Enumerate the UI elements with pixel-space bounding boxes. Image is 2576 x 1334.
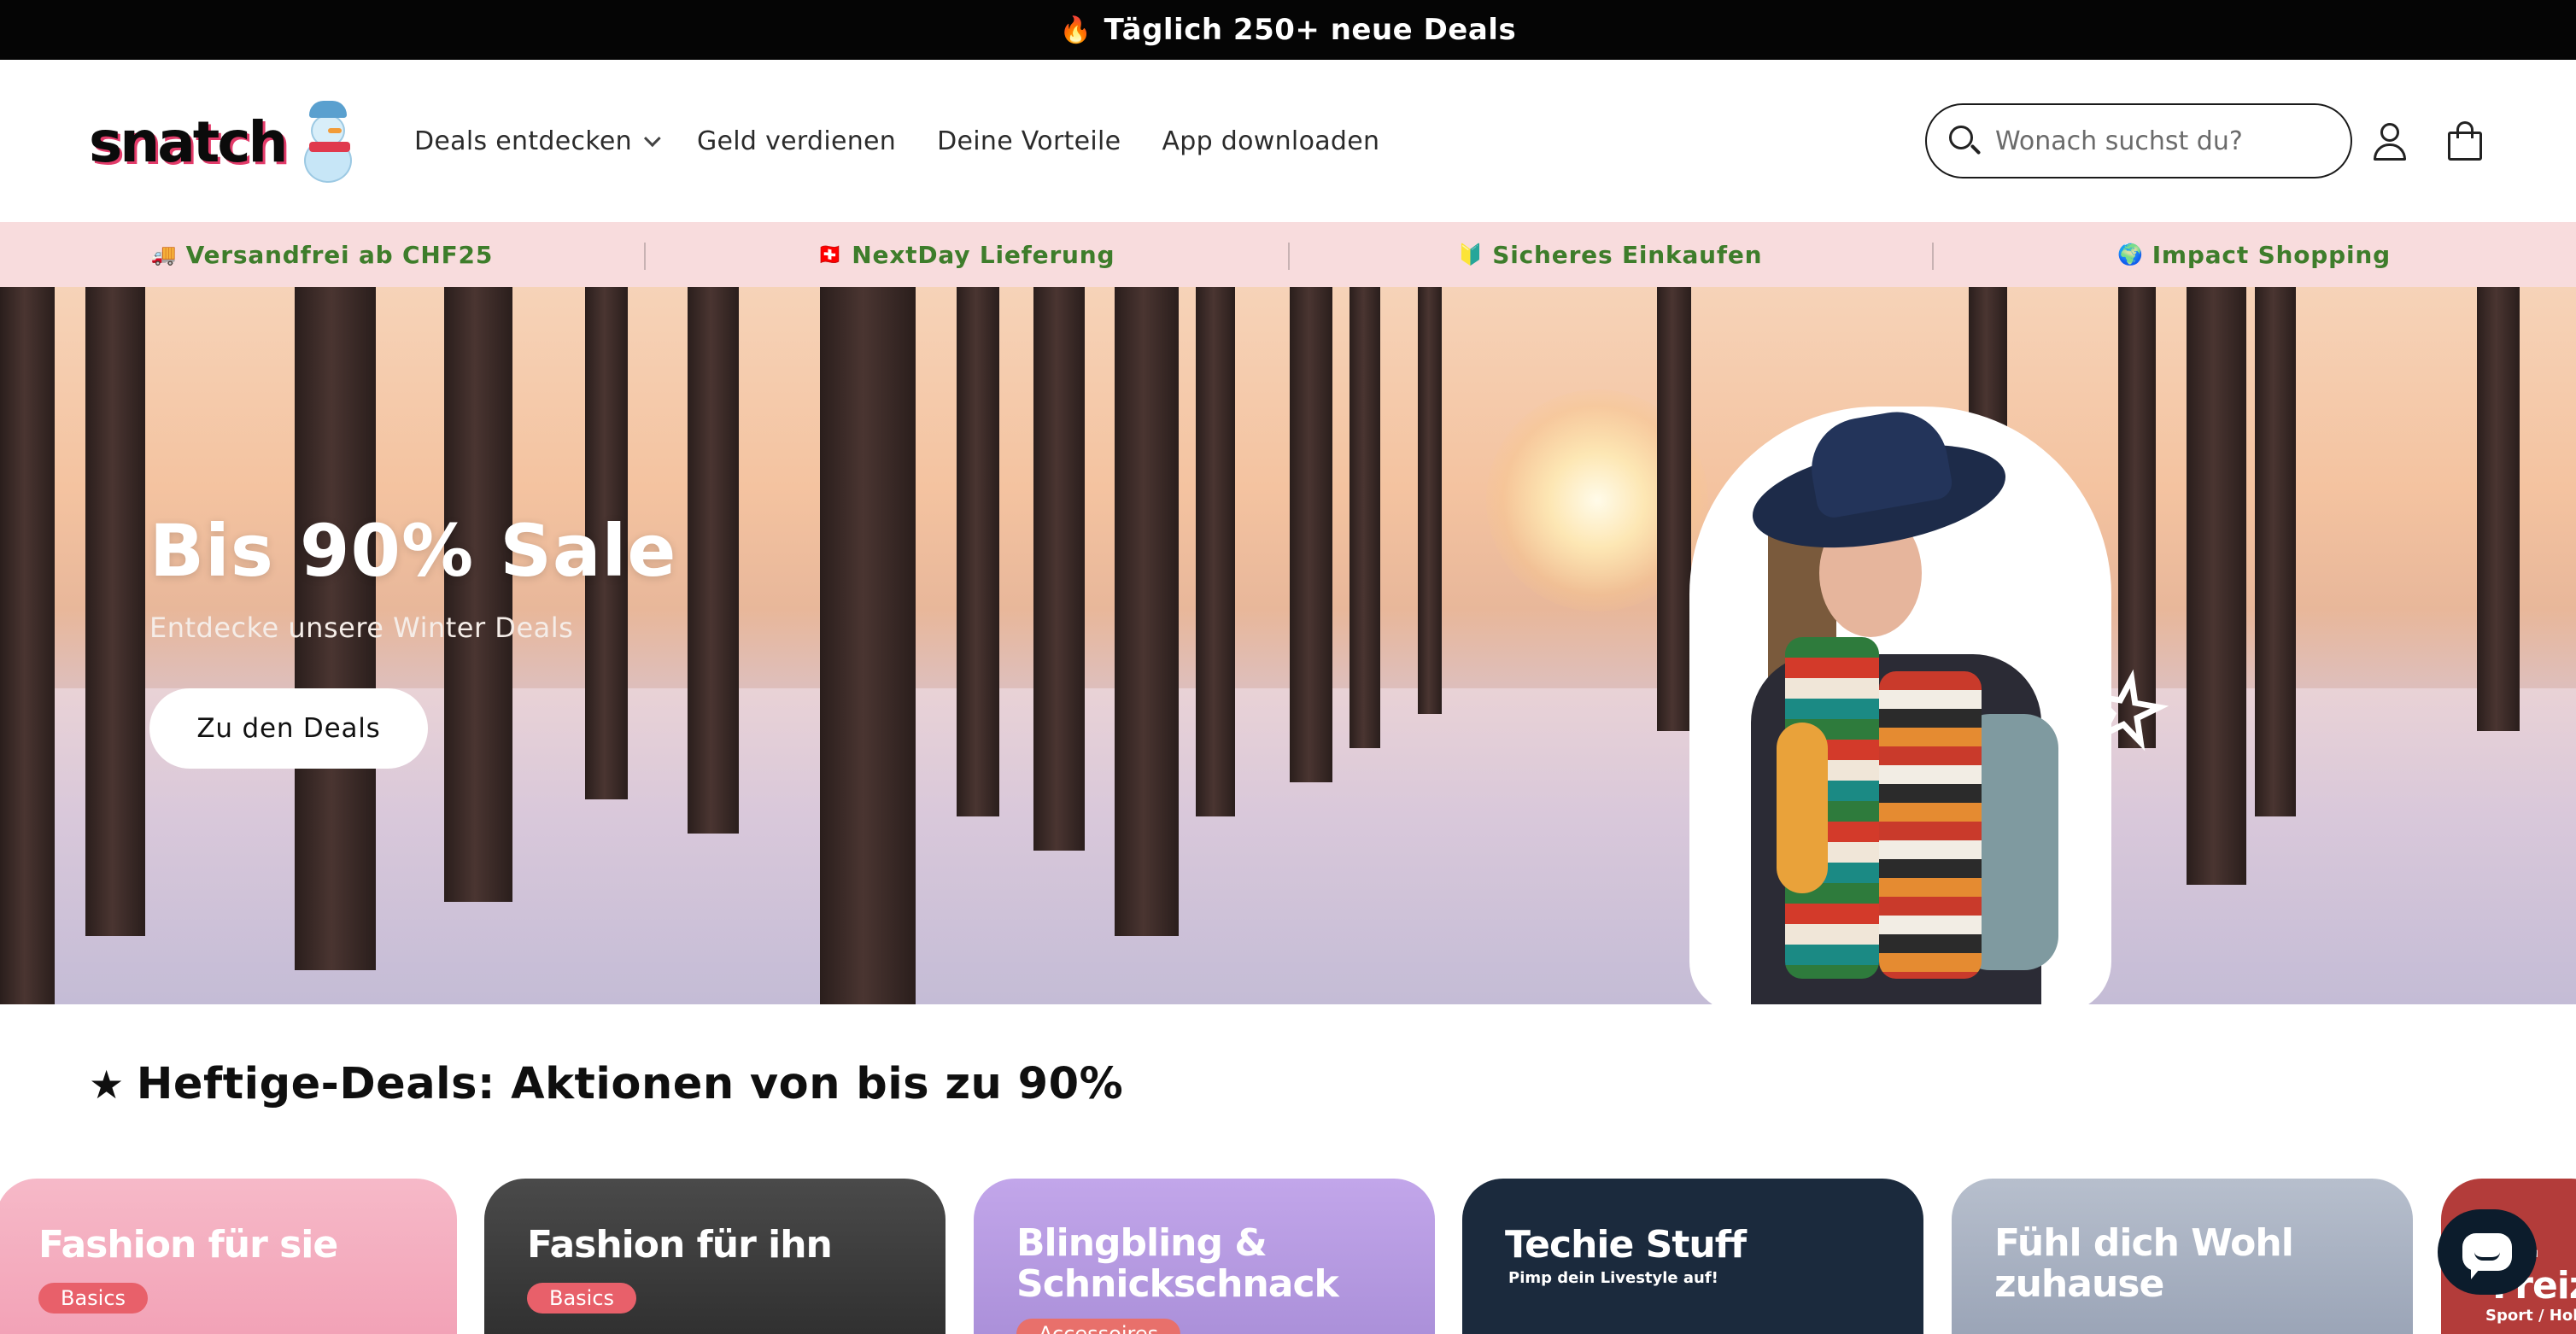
site-header: snatch Deals entdecken Geld verdienen De… [0, 60, 2576, 222]
hero-content: Bis 90% Sale Entdecke unsere Winter Deal… [149, 509, 676, 769]
search-box[interactable] [1925, 103, 2352, 178]
star-doodle-icon: ☆ [2074, 647, 2179, 772]
usp-label: Versandfrei ab CHF25 [185, 240, 494, 269]
nav-item-label: Geld verdienen [696, 126, 897, 156]
hero-title: Bis 90% Sale [149, 509, 677, 593]
tree-trunk [2187, 287, 2246, 885]
card-subtitle: Pimp dein Livestyle auf! [1508, 1269, 1718, 1287]
chat-icon [2462, 1233, 2512, 1279]
tree-trunk [820, 287, 916, 1004]
usp-item-impact: 🌍 Impact Shopping [1932, 240, 2576, 270]
announcement-text: Täglich 250+ neue Deals [1104, 13, 1517, 47]
logo-text: snatch [89, 108, 288, 175]
tree-trunk [1349, 287, 1380, 748]
tree-trunk [1196, 287, 1235, 816]
usp-item-shipping: 🚚 Versandfrei ab CHF25 [0, 241, 644, 269]
usp-label: Sicheres Einkaufen [1492, 240, 1763, 269]
announcement-bar: 🔥 Täglich 250+ neue Deals [0, 0, 2576, 60]
nav-item-geld-verdienen[interactable]: Geld verdienen [697, 126, 896, 156]
tree-trunk [1418, 287, 1442, 714]
star-icon: ★ [89, 1061, 125, 1108]
hero-cta-button[interactable]: Zu den Deals [149, 688, 428, 769]
cart-icon[interactable] [2444, 121, 2485, 162]
card-badge: Accessoires [1016, 1319, 1181, 1334]
section-title: ★ Heftige-Deals: Aktionen von bis zu 90% [89, 1059, 1123, 1109]
category-card-techie[interactable]: Techie Stuff Pimp dein Livestyle auf! [1462, 1179, 1923, 1334]
usp-item-delivery: 🇨🇭 NextDay Lieferung [644, 240, 1288, 270]
tree-trunk [0, 287, 55, 1004]
usp-label: Impact Shopping [2152, 240, 2391, 269]
person-image [1689, 403, 2111, 1004]
card-title: Blingbling & Schnickschnack [1016, 1221, 1339, 1306]
category-card-zuhause[interactable]: Fühl dich Wohl zuhause [1952, 1179, 2413, 1334]
search-icon[interactable] [1946, 122, 1983, 160]
card-title: Techie Stuff [1505, 1223, 1747, 1267]
snowman-icon [294, 99, 362, 184]
fire-icon: 🔥 [1059, 15, 1092, 45]
nav-item-app-downloaden[interactable]: App downloaden [1162, 126, 1379, 156]
nav-item-label: App downloaden [1162, 126, 1380, 156]
main-nav: Deals entdecken Geld verdienen Deine Vor… [414, 60, 1379, 222]
tree-trunk [2477, 287, 2520, 731]
hero-banner[interactable]: ☆ ☆ Bis 90% Sale Entdecke unsere Winter … [0, 287, 2576, 1004]
card-badge: Basics [38, 1283, 149, 1314]
tree-trunk [1290, 287, 1332, 782]
chevron-down-icon [643, 130, 661, 148]
tree-trunk [1657, 287, 1691, 731]
card-badge: Basics [527, 1283, 637, 1314]
card-title: Fashion für sie [38, 1223, 338, 1267]
tree-trunk [1115, 287, 1179, 936]
tree-trunk [2255, 287, 2296, 816]
account-icon[interactable] [2369, 121, 2410, 162]
usp-bar: 🚚 Versandfrei ab CHF25 🇨🇭 NextDay Liefer… [0, 222, 2576, 287]
card-title: Fashion für ihn [527, 1223, 833, 1267]
nav-item-deals-entdecken[interactable]: Deals entdecken [414, 126, 661, 156]
card-title: Fühl dich Wohl zuhause [1994, 1221, 2294, 1306]
nav-item-deine-vorteile[interactable]: Deine Vorteile [937, 126, 1121, 156]
hero-subtitle: Entdecke unsere Winter Deals [149, 611, 574, 644]
search-input[interactable] [1995, 126, 2320, 156]
category-card-fashion-ihn[interactable]: Fashion für ihn Basics [484, 1179, 946, 1334]
beginner-badge-icon: 🔰 [1457, 243, 1484, 266]
usp-item-secure: 🔰 Sicheres Einkaufen [1288, 240, 1932, 270]
category-carousel: Fashion für sie Basics Fashion für ihn B… [0, 1179, 2576, 1334]
nav-item-label: Deine Vorteile [937, 126, 1121, 156]
category-card-fashion-sie[interactable]: Fashion für sie Basics [0, 1179, 457, 1334]
tree-trunk [688, 287, 739, 834]
nav-item-label: Deals entdecken [414, 126, 632, 156]
truck-icon: 🚚 [150, 243, 178, 266]
section-title-text: Heftige-Deals: Aktionen von bis zu 90% [136, 1059, 1124, 1109]
usp-label: NextDay Lieferung [852, 240, 1115, 269]
logo[interactable]: snatch [89, 94, 362, 190]
tree-trunk [85, 287, 145, 936]
card-subtitle: Sport / Hob [2485, 1307, 2576, 1325]
swiss-flag-icon: 🇨🇭 [817, 243, 844, 266]
chat-button[interactable] [2438, 1209, 2537, 1295]
tree-trunk [957, 287, 999, 816]
tree-trunk [1033, 287, 1085, 851]
globe-icon: 🌍 [2117, 243, 2144, 266]
category-card-blingbling[interactable]: Blingbling & Schnickschnack Accessoires [974, 1179, 1435, 1334]
